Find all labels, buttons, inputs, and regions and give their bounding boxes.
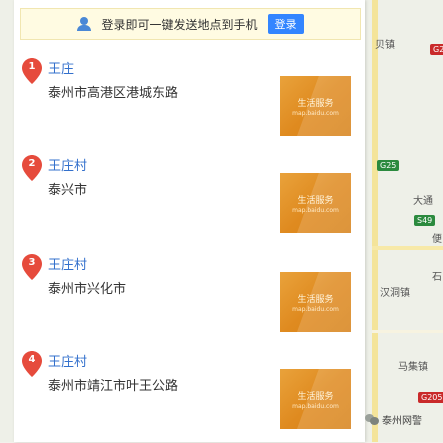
result-item[interactable]: 3 王庄村 泰州市兴化市 生活服务 map.baidu.com: [14, 254, 365, 346]
login-button[interactable]: 登录: [267, 14, 304, 34]
thumbnail-subtitle: map.baidu.com: [292, 403, 339, 410]
user-icon: [77, 17, 92, 31]
watermark: 泰州网警: [365, 412, 422, 427]
map-road: [372, 330, 443, 333]
result-address: 泰州市兴化市: [48, 282, 127, 297]
thumbnail-subtitle: map.baidu.com: [292, 207, 339, 214]
map-label: 大通: [413, 196, 433, 207]
map-pin-icon: 2: [22, 155, 42, 181]
map-label: 贝镇: [375, 40, 395, 51]
map-label: 便: [432, 234, 442, 245]
thumbnail-title: 生活服务: [297, 99, 334, 109]
wechat-icon: [365, 414, 379, 425]
watermark-text: 泰州网警: [382, 416, 422, 427]
result-thumbnail[interactable]: 生活服务 map.baidu.com: [280, 369, 351, 429]
result-address: 泰兴市: [48, 183, 88, 198]
result-thumbnail[interactable]: 生活服务 map.baidu.com: [280, 76, 351, 136]
map-pin-icon: 4: [22, 351, 42, 377]
thumbnail-subtitle: map.baidu.com: [292, 306, 339, 313]
result-thumbnail[interactable]: 生活服务 map.baidu.com: [280, 272, 351, 332]
thumbnail-title: 生活服务: [297, 196, 334, 206]
map-road: [372, 0, 378, 442]
map-label: 马集镇: [398, 362, 428, 373]
login-prompt-message: 登录即可一键发送地点到手机: [101, 17, 258, 32]
result-name-link[interactable]: 王庄: [48, 58, 74, 77]
map-road: [372, 246, 443, 250]
result-index: 2: [28, 158, 36, 169]
result-index: 3: [28, 257, 36, 268]
result-name-link[interactable]: 王庄村: [48, 155, 87, 174]
highway-sign: G25: [377, 160, 400, 171]
map-pin-icon: 3: [22, 254, 42, 280]
result-item[interactable]: 2 王庄村 泰兴市 生活服务 map.baidu.com: [14, 155, 365, 247]
result-address: 泰州市靖江市叶王公路: [48, 379, 179, 394]
highway-sign: S49: [414, 215, 436, 226]
result-name-link[interactable]: 王庄村: [48, 254, 87, 273]
result-address: 泰州市高港区港城东路: [48, 86, 179, 101]
thumbnail-title: 生活服务: [297, 392, 334, 402]
map-label: 石: [432, 272, 442, 283]
result-index: 4: [28, 354, 36, 365]
login-prompt-bar: 登录即可一键发送地点到手机 登录: [20, 8, 361, 40]
map-label: 汉洞镇: [380, 288, 410, 299]
thumbnail-subtitle: map.baidu.com: [292, 110, 339, 117]
highway-sign: G2: [430, 44, 443, 55]
result-index: 1: [28, 61, 36, 72]
result-item[interactable]: 4 王庄村 泰州市靖江市叶王公路 生活服务 map.baidu.com: [14, 351, 365, 443]
search-results-panel: 登录即可一键发送地点到手机 登录 1 王庄 泰州市高港区港城东路 生活服务 ma…: [14, 0, 365, 442]
highway-sign: G205: [418, 392, 443, 403]
result-thumbnail[interactable]: 生活服务 map.baidu.com: [280, 173, 351, 233]
map-pin-icon: 1: [22, 58, 42, 84]
result-item[interactable]: 1 王庄 泰州市高港区港城东路 生活服务 map.baidu.com: [14, 58, 365, 150]
result-name-link[interactable]: 王庄村: [48, 351, 87, 370]
thumbnail-title: 生活服务: [297, 295, 334, 305]
